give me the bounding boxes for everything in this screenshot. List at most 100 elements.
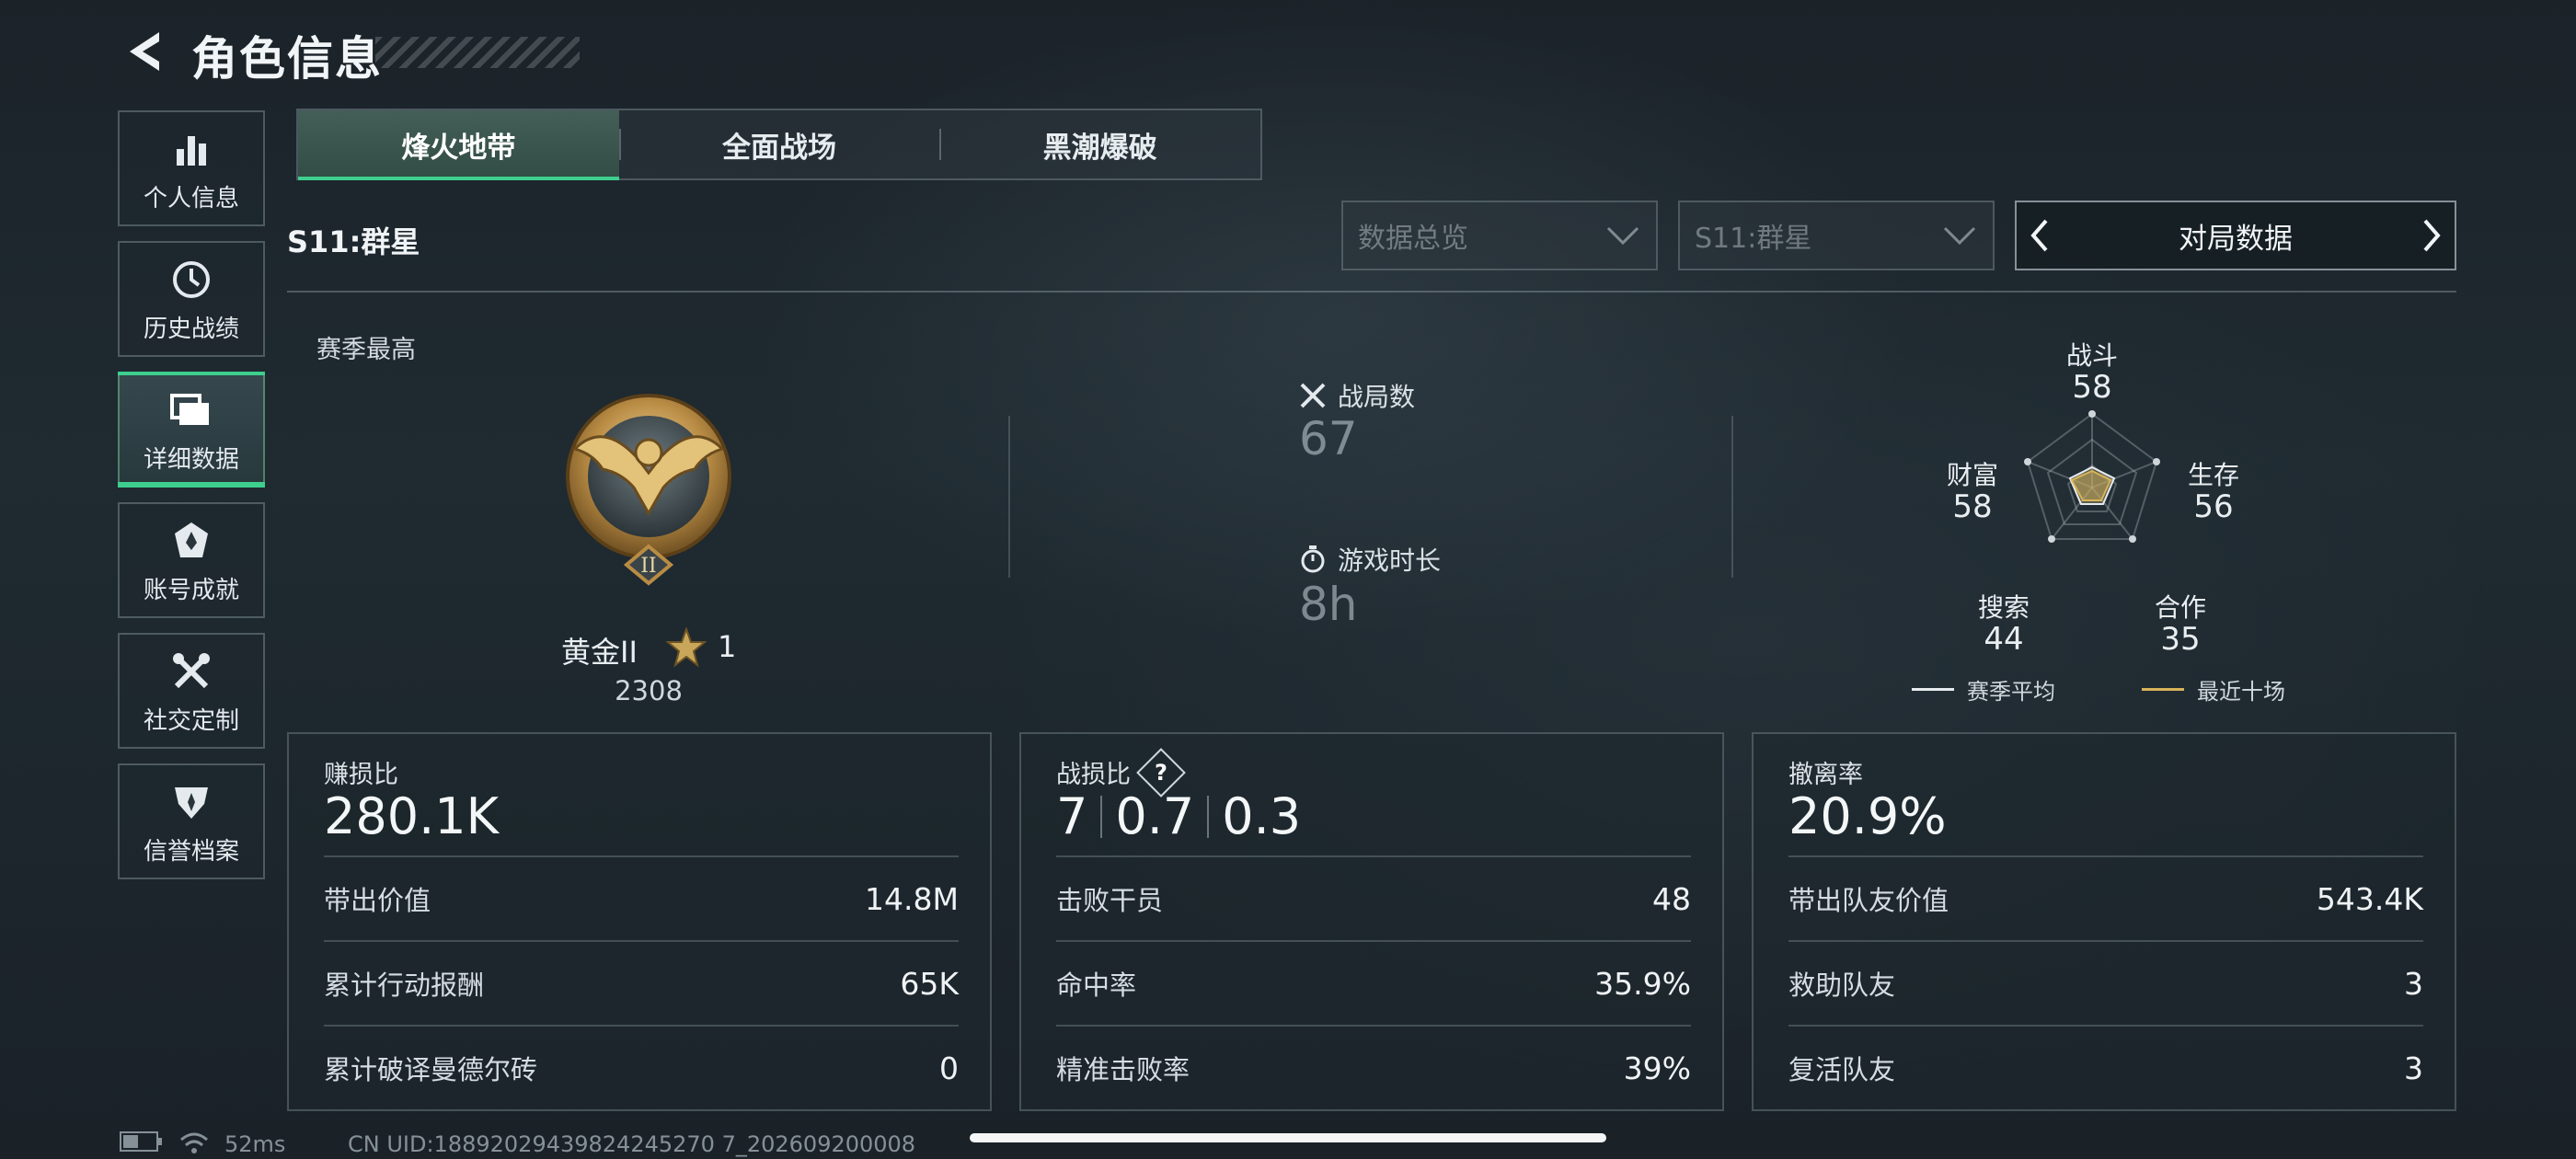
- dropdown-value: 数据总览: [1358, 223, 1468, 255]
- page-title: 角色信息: [191, 32, 383, 86]
- column-divider: [1731, 416, 1733, 578]
- season-best-label: 赛季最高: [316, 336, 416, 364]
- chevron-down-icon: [1943, 226, 1976, 246]
- section-divider: [287, 291, 2456, 293]
- stat-label: 精准击败率: [1056, 1054, 1190, 1085]
- stat-value: 0: [939, 1050, 959, 1086]
- tab-full-battlefield[interactable]: 全面战场: [618, 110, 940, 178]
- panel-title: 战损比: [1056, 761, 1131, 789]
- radar-axis-combat: 战斗 58: [2065, 340, 2118, 406]
- stat-value: 543.4K: [2316, 880, 2423, 917]
- panel-title: 撤离率: [1788, 761, 1863, 789]
- folders-icon: [170, 385, 213, 435]
- sidebar-item-reputation[interactable]: 信誉档案: [118, 763, 265, 879]
- bar-chart-icon: [173, 124, 210, 174]
- data-overview-dropdown[interactable]: 数据总览: [1341, 201, 1658, 270]
- badge-icon: [171, 516, 212, 566]
- kd-ratio-values: 7 0.7 0.3: [1056, 787, 1301, 845]
- stat-row: 累计行动报酬 65K: [324, 940, 959, 1025]
- kd-value-a: 7: [1056, 787, 1088, 845]
- stat-row: 命中率 35.9%: [1056, 940, 1691, 1025]
- playtime-stat: 游戏时长: [1299, 541, 1441, 578]
- kd-value-b: 0.7: [1115, 787, 1195, 845]
- profit-ratio-value: 280.1K: [324, 787, 500, 845]
- wifi-icon: [178, 1131, 210, 1159]
- sidebar-item-label: 个人信息: [143, 184, 239, 212]
- radar-axis-search: 搜索 44: [1977, 592, 2030, 658]
- stat-value: 48: [1652, 880, 1691, 917]
- user-uid: CN UID:18892029439824245270 7_2026092000…: [348, 1131, 916, 1157]
- stat-label: 复活队友: [1788, 1054, 1896, 1085]
- rank-name: 黄金II: [561, 635, 638, 670]
- sidebar-item-label: 账号成就: [143, 576, 239, 604]
- stat-label: 带出价值: [324, 885, 431, 916]
- extraction-rate-panel: 撤离率 20.9% 带出队友价值 543.4K 救助队友 3 复活队友 3: [1752, 732, 2456, 1111]
- stat-type-switcher: 对局数据: [2015, 201, 2456, 270]
- stat-value: 14.8M: [865, 880, 959, 917]
- stat-type-label: 对局数据: [2179, 222, 2293, 256]
- legend-label: 最近十场: [2197, 679, 2285, 705]
- chevron-left-icon[interactable]: [2026, 217, 2053, 254]
- kd-ratio-panel: 战损比 ? 7 0.7 0.3 击败干员 48 命中率 35.9% 精准击败率 …: [1019, 732, 1724, 1111]
- tab-dark-tide[interactable]: 黑潮爆破: [939, 110, 1260, 178]
- tab-beacon-zone[interactable]: 烽火地带: [298, 110, 619, 180]
- sidebar-item-achievements[interactable]: 账号成就: [118, 502, 265, 618]
- season-dropdown[interactable]: S11:群星: [1678, 201, 1995, 270]
- panel-title-row: 战损比 ?: [1056, 747, 1186, 798]
- stat-row: 精准击败率 39%: [1056, 1025, 1691, 1109]
- stat-row: 救助队友 3: [1788, 940, 2423, 1025]
- sidebar-item-label: 社交定制: [143, 706, 239, 735]
- stat-label: 击败干员: [1056, 885, 1164, 916]
- star-icon: [665, 626, 707, 668]
- home-indicator[interactable]: [970, 1133, 1606, 1142]
- matches-label: 战局数: [1338, 382, 1416, 412]
- sidebar-item-history[interactable]: 历史战绩: [118, 241, 265, 357]
- chevron-down-icon: [1606, 226, 1639, 246]
- season-label: S11:群星: [287, 224, 420, 259]
- chevron-right-icon[interactable]: [2418, 217, 2445, 254]
- stat-value: 65K: [900, 965, 959, 1002]
- extraction-rate-value: 20.9%: [1788, 787, 1947, 845]
- sidebar-item-detail-data[interactable]: 详细数据: [118, 372, 265, 488]
- stat-value: 35.9%: [1594, 965, 1691, 1002]
- stat-label: 带出队友价值: [1788, 885, 1949, 916]
- playtime-label: 游戏时长: [1338, 545, 1442, 576]
- sidebar-item-label: 信誉档案: [143, 837, 239, 866]
- sidebar-item-profile[interactable]: 个人信息: [118, 110, 265, 226]
- sidebar-item-label: 详细数据: [143, 445, 239, 474]
- stat-value: 3: [2404, 965, 2423, 1002]
- battery-icon: [120, 1131, 164, 1157]
- title-decoration: [375, 37, 580, 68]
- stat-row: 带出价值 14.8M: [324, 855, 959, 940]
- stat-value: 3: [2404, 1050, 2423, 1086]
- rank-stars-count: 1: [718, 629, 737, 664]
- stat-label: 命中率: [1056, 970, 1137, 1001]
- stat-label: 累计行动报酬: [324, 970, 485, 1001]
- back-arrow-icon: [130, 32, 159, 71]
- ping-value: 52ms: [224, 1131, 286, 1157]
- stat-value: 39%: [1623, 1050, 1691, 1086]
- dropdown-value: S11:群星: [1695, 223, 1812, 255]
- panel-title: 赚损比: [324, 761, 398, 789]
- legend-swatch: [1912, 688, 1954, 691]
- legend-label: 赛季平均: [1967, 679, 2055, 705]
- matches-stat: 战局数: [1299, 377, 1415, 414]
- column-divider: [1008, 416, 1010, 578]
- mode-tabs: 烽火地带 全面战场 黑潮爆破: [296, 109, 1262, 180]
- radar-axis-survival: 生存 56: [2187, 460, 2239, 525]
- stat-label: 累计破译曼德尔砖: [324, 1054, 538, 1085]
- crossed-swords-icon: [1300, 383, 1326, 408]
- stat-row: 击败干员 48: [1056, 855, 1691, 940]
- radar-axis-wealth: 财富 58: [1946, 460, 1998, 525]
- legend-recent-ten: 最近十场: [2142, 673, 2285, 706]
- legend-swatch: [2142, 688, 2184, 691]
- stat-label: 救助队友: [1788, 970, 1896, 1001]
- shield-icon: [171, 777, 212, 827]
- stopwatch-icon: [1301, 545, 1325, 573]
- stat-row: 带出队友价值 543.4K: [1788, 855, 2423, 940]
- kd-value-c: 0.3: [1222, 787, 1302, 845]
- back-button[interactable]: [118, 26, 169, 77]
- stat-row: 复活队友 3: [1788, 1025, 2423, 1109]
- tools-icon: [171, 647, 212, 696]
- sidebar-item-social[interactable]: 社交定制: [118, 633, 265, 749]
